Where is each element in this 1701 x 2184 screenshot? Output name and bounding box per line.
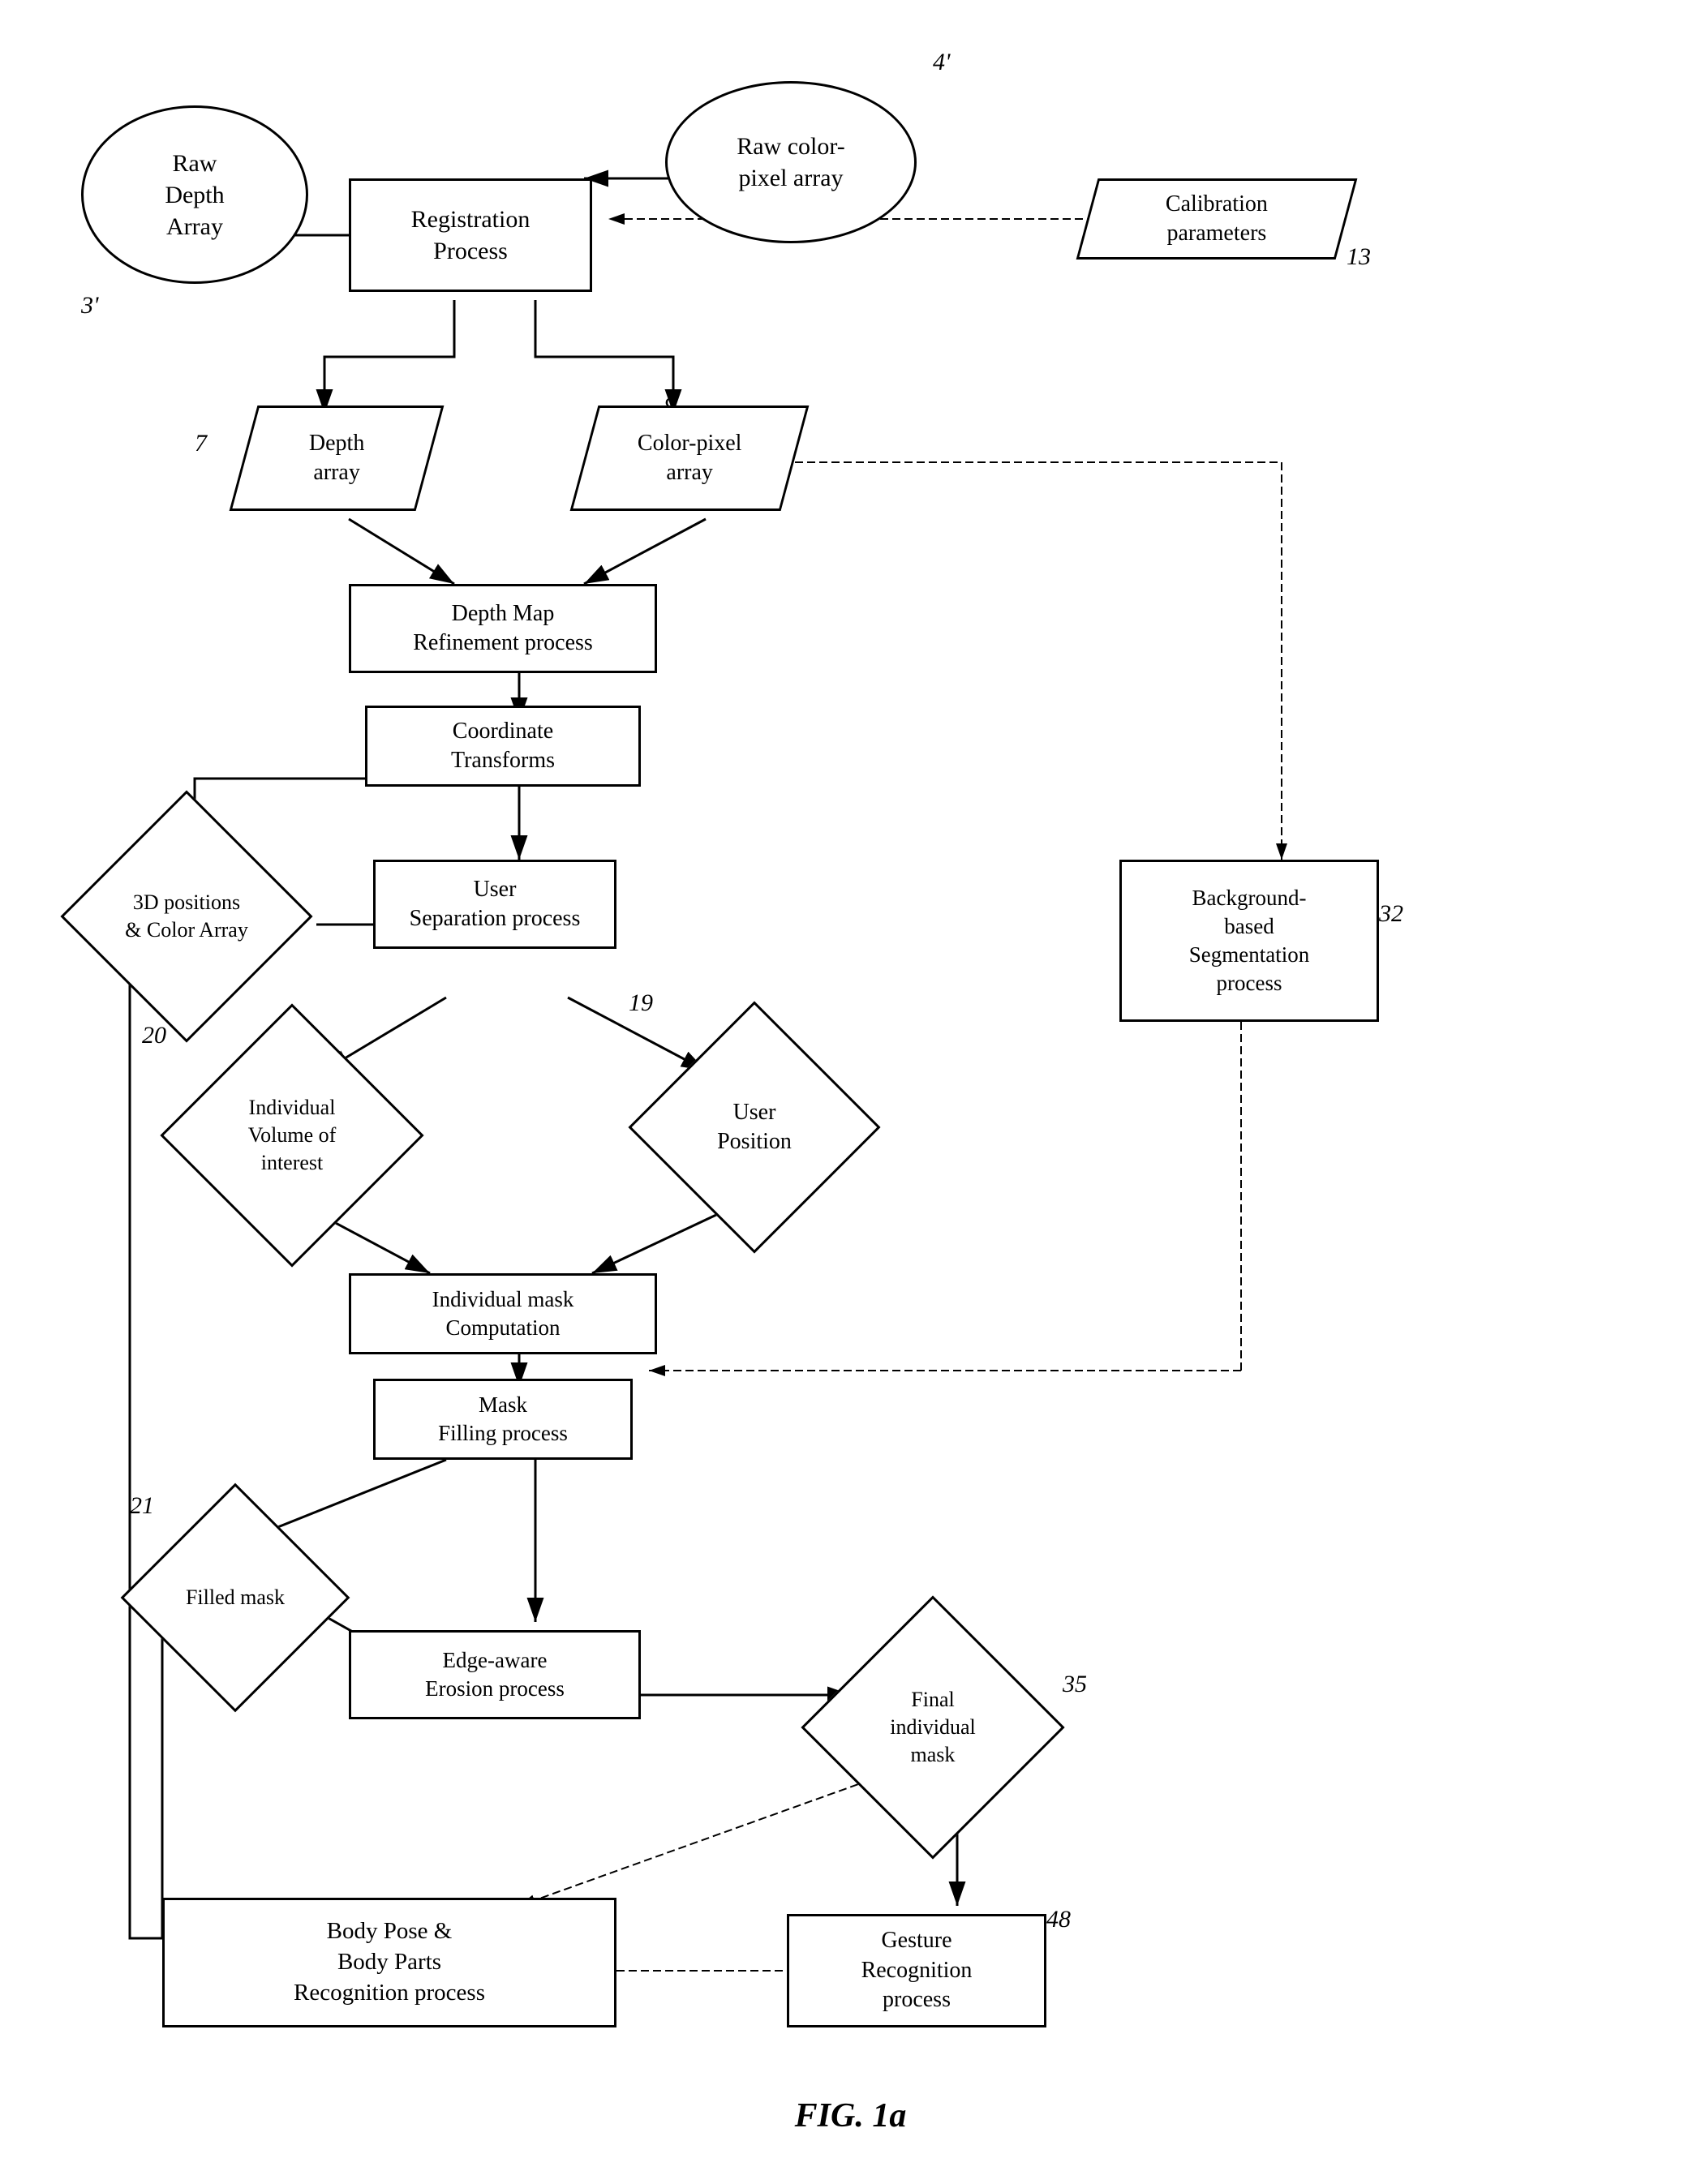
- ref-3prime: 3': [81, 292, 98, 320]
- individual-mask-computation: Individual mask Computation: [349, 1273, 657, 1354]
- ref-20: 20: [142, 1022, 166, 1049]
- raw-depth-array: Raw Depth Array: [81, 105, 308, 284]
- filled-mask-wrapper: Filled mask: [114, 1508, 357, 1687]
- ref-13: 13: [1347, 243, 1371, 271]
- ref-4prime: 4': [933, 49, 950, 76]
- ref-7: 7: [195, 430, 207, 457]
- ref-48: 48: [1046, 1906, 1071, 1933]
- user-position-wrapper: User Position: [633, 1030, 876, 1225]
- depth-array: Depth array: [230, 405, 445, 511]
- ref-8: 8: [665, 385, 677, 413]
- color-pixel-array: Color-pixel array: [570, 405, 810, 511]
- positions-color-array-wrapper: 3D positions & Color Array: [49, 819, 324, 1014]
- registration-process: Registration Process: [349, 178, 592, 292]
- coordinate-transforms: Coordinate Transforms: [365, 706, 641, 787]
- ref-32: 32: [1379, 900, 1403, 928]
- edge-aware-erosion: Edge-aware Erosion process: [349, 1630, 641, 1719]
- final-individual-mask-wrapper: Final individual mask: [803, 1622, 1063, 1833]
- raw-color-pixel-array: Raw color- pixel array: [665, 81, 917, 243]
- figure-caption: FIG. 1a: [795, 2096, 907, 2135]
- gesture-recognition: Gesture Recognition process: [787, 1914, 1046, 2027]
- calibration-parameters: Calibration parameters: [1076, 178, 1358, 260]
- individual-volume-wrapper: Individual Volume of interest: [154, 1030, 430, 1241]
- background-segmentation: Background- based Segmentation process: [1119, 860, 1379, 1022]
- depth-map-refinement: Depth Map Refinement process: [349, 584, 657, 673]
- user-separation: User Separation process: [373, 860, 616, 949]
- ref-21: 21: [130, 1492, 154, 1520]
- mask-filling: Mask Filling process: [373, 1379, 633, 1460]
- ref-35: 35: [1063, 1671, 1087, 1698]
- body-pose-recognition: Body Pose & Body Parts Recognition proce…: [162, 1898, 616, 2027]
- ref-19: 19: [629, 989, 653, 1017]
- diagram: Raw Depth Array 3' Raw color- pixel arra…: [0, 0, 1701, 2184]
